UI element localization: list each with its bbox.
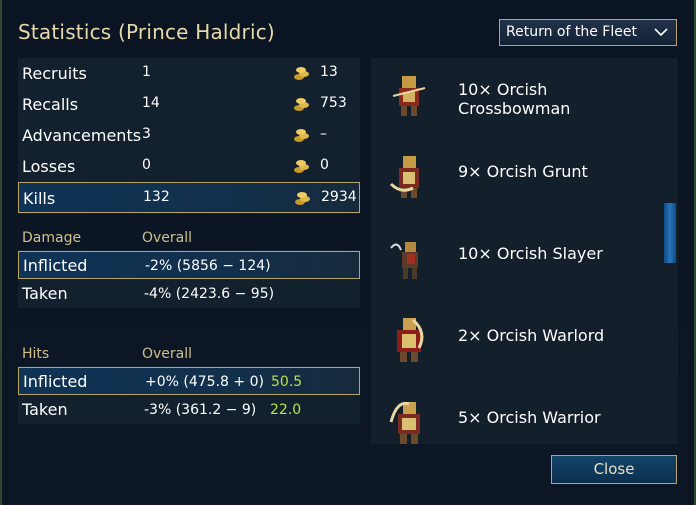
- damage-heading: Damage: [22, 230, 82, 246]
- gold-value: 13: [320, 64, 338, 80]
- row-value: -3% (361.2 − 9): [144, 402, 257, 418]
- unit-name: 10× Orcish Slayer: [458, 244, 603, 263]
- orcish-crossbowman-icon: [385, 66, 433, 120]
- hits-inflicted-row[interactable]: Inflicted +0% (475.8 + 0) 50.5: [18, 367, 360, 395]
- unit-name: 9× Orcish Grunt: [458, 162, 588, 181]
- gold-icon: [293, 127, 311, 143]
- row-label: Taken: [22, 284, 68, 303]
- gold-value: –: [320, 126, 327, 142]
- stat-label: Kills: [23, 189, 56, 208]
- gold-value: 753: [320, 95, 347, 111]
- stat-row-advancements[interactable]: Advancements 3 –: [18, 120, 360, 150]
- damage-taken-row[interactable]: Taken -4% (2423.6 − 95): [18, 280, 360, 308]
- stat-value: 0: [142, 157, 151, 173]
- stat-value: 14: [142, 95, 160, 111]
- unit-list-item[interactable]: 9× Orcish Grunt: [371, 140, 661, 222]
- gold-icon: [293, 158, 311, 174]
- gold-value: 2934: [321, 189, 357, 205]
- orcish-slayer-icon: [385, 230, 433, 284]
- gold-icon: [294, 190, 312, 206]
- chevron-down-icon: [653, 20, 669, 54]
- scenario-selected-label: Return of the Fleet: [506, 24, 637, 40]
- stat-value: 132: [143, 189, 170, 205]
- gold-icon: [293, 96, 311, 112]
- stat-label: Advancements: [22, 126, 142, 145]
- unit-name: 10× Orcish Crossbowman: [458, 80, 571, 118]
- row-value: -2% (5856 − 124): [145, 258, 271, 274]
- row-value: +0% (475.8 + 0): [145, 374, 264, 390]
- unit-name: 5× Orcish Warrior: [458, 408, 601, 427]
- hits-taken-row[interactable]: Taken -3% (361.2 − 9) 22.0: [18, 396, 360, 424]
- row-extra-value: 22.0: [270, 402, 302, 418]
- row-label: Taken: [22, 400, 68, 419]
- unit-list-scrollbar[interactable]: [664, 203, 676, 263]
- stat-row-recruits[interactable]: Recruits 1 13: [18, 58, 360, 88]
- stat-row-recalls[interactable]: Recalls 14 753: [18, 89, 360, 119]
- unit-list-item[interactable]: 2× Orcish Warlord: [371, 304, 661, 386]
- stat-value: 1: [142, 64, 151, 80]
- row-extra-value: 50.5: [271, 374, 303, 390]
- damage-overall-heading: Overall: [142, 230, 193, 246]
- stat-row-kills[interactable]: Kills 132 2934: [18, 182, 360, 213]
- unit-list[interactable]: 10× Orcish Crossbowman 9× Orcish Grunt 1…: [371, 58, 678, 444]
- orcish-grunt-icon: [385, 148, 433, 202]
- row-label: Inflicted: [23, 372, 88, 391]
- dialog-title: Statistics (Prince Haldric): [18, 20, 275, 44]
- unit-list-item[interactable]: 10× Orcish Crossbowman: [371, 58, 661, 140]
- stat-label: Recalls: [22, 95, 79, 114]
- row-value: -4% (2423.6 − 95): [144, 286, 275, 302]
- orcish-warlord-icon: [385, 312, 433, 366]
- stat-label: Recruits: [22, 64, 87, 83]
- scenario-dropdown[interactable]: Return of the Fleet: [499, 19, 677, 46]
- unit-name: 2× Orcish Warlord: [458, 326, 605, 345]
- orcish-warrior-icon: [385, 394, 433, 448]
- gold-value: 0: [320, 157, 329, 173]
- row-label: Inflicted: [23, 256, 88, 275]
- damage-inflicted-row[interactable]: Inflicted -2% (5856 − 124): [18, 251, 360, 279]
- stat-row-losses[interactable]: Losses 0 0: [18, 151, 360, 181]
- stat-value: 3: [142, 126, 151, 142]
- stat-label: Losses: [22, 157, 76, 176]
- hits-heading: Hits: [22, 346, 50, 362]
- hits-overall-heading: Overall: [142, 346, 193, 362]
- close-button[interactable]: Close: [551, 455, 677, 484]
- gold-icon: [293, 65, 311, 81]
- unit-list-item[interactable]: 10× Orcish Slayer: [371, 222, 661, 304]
